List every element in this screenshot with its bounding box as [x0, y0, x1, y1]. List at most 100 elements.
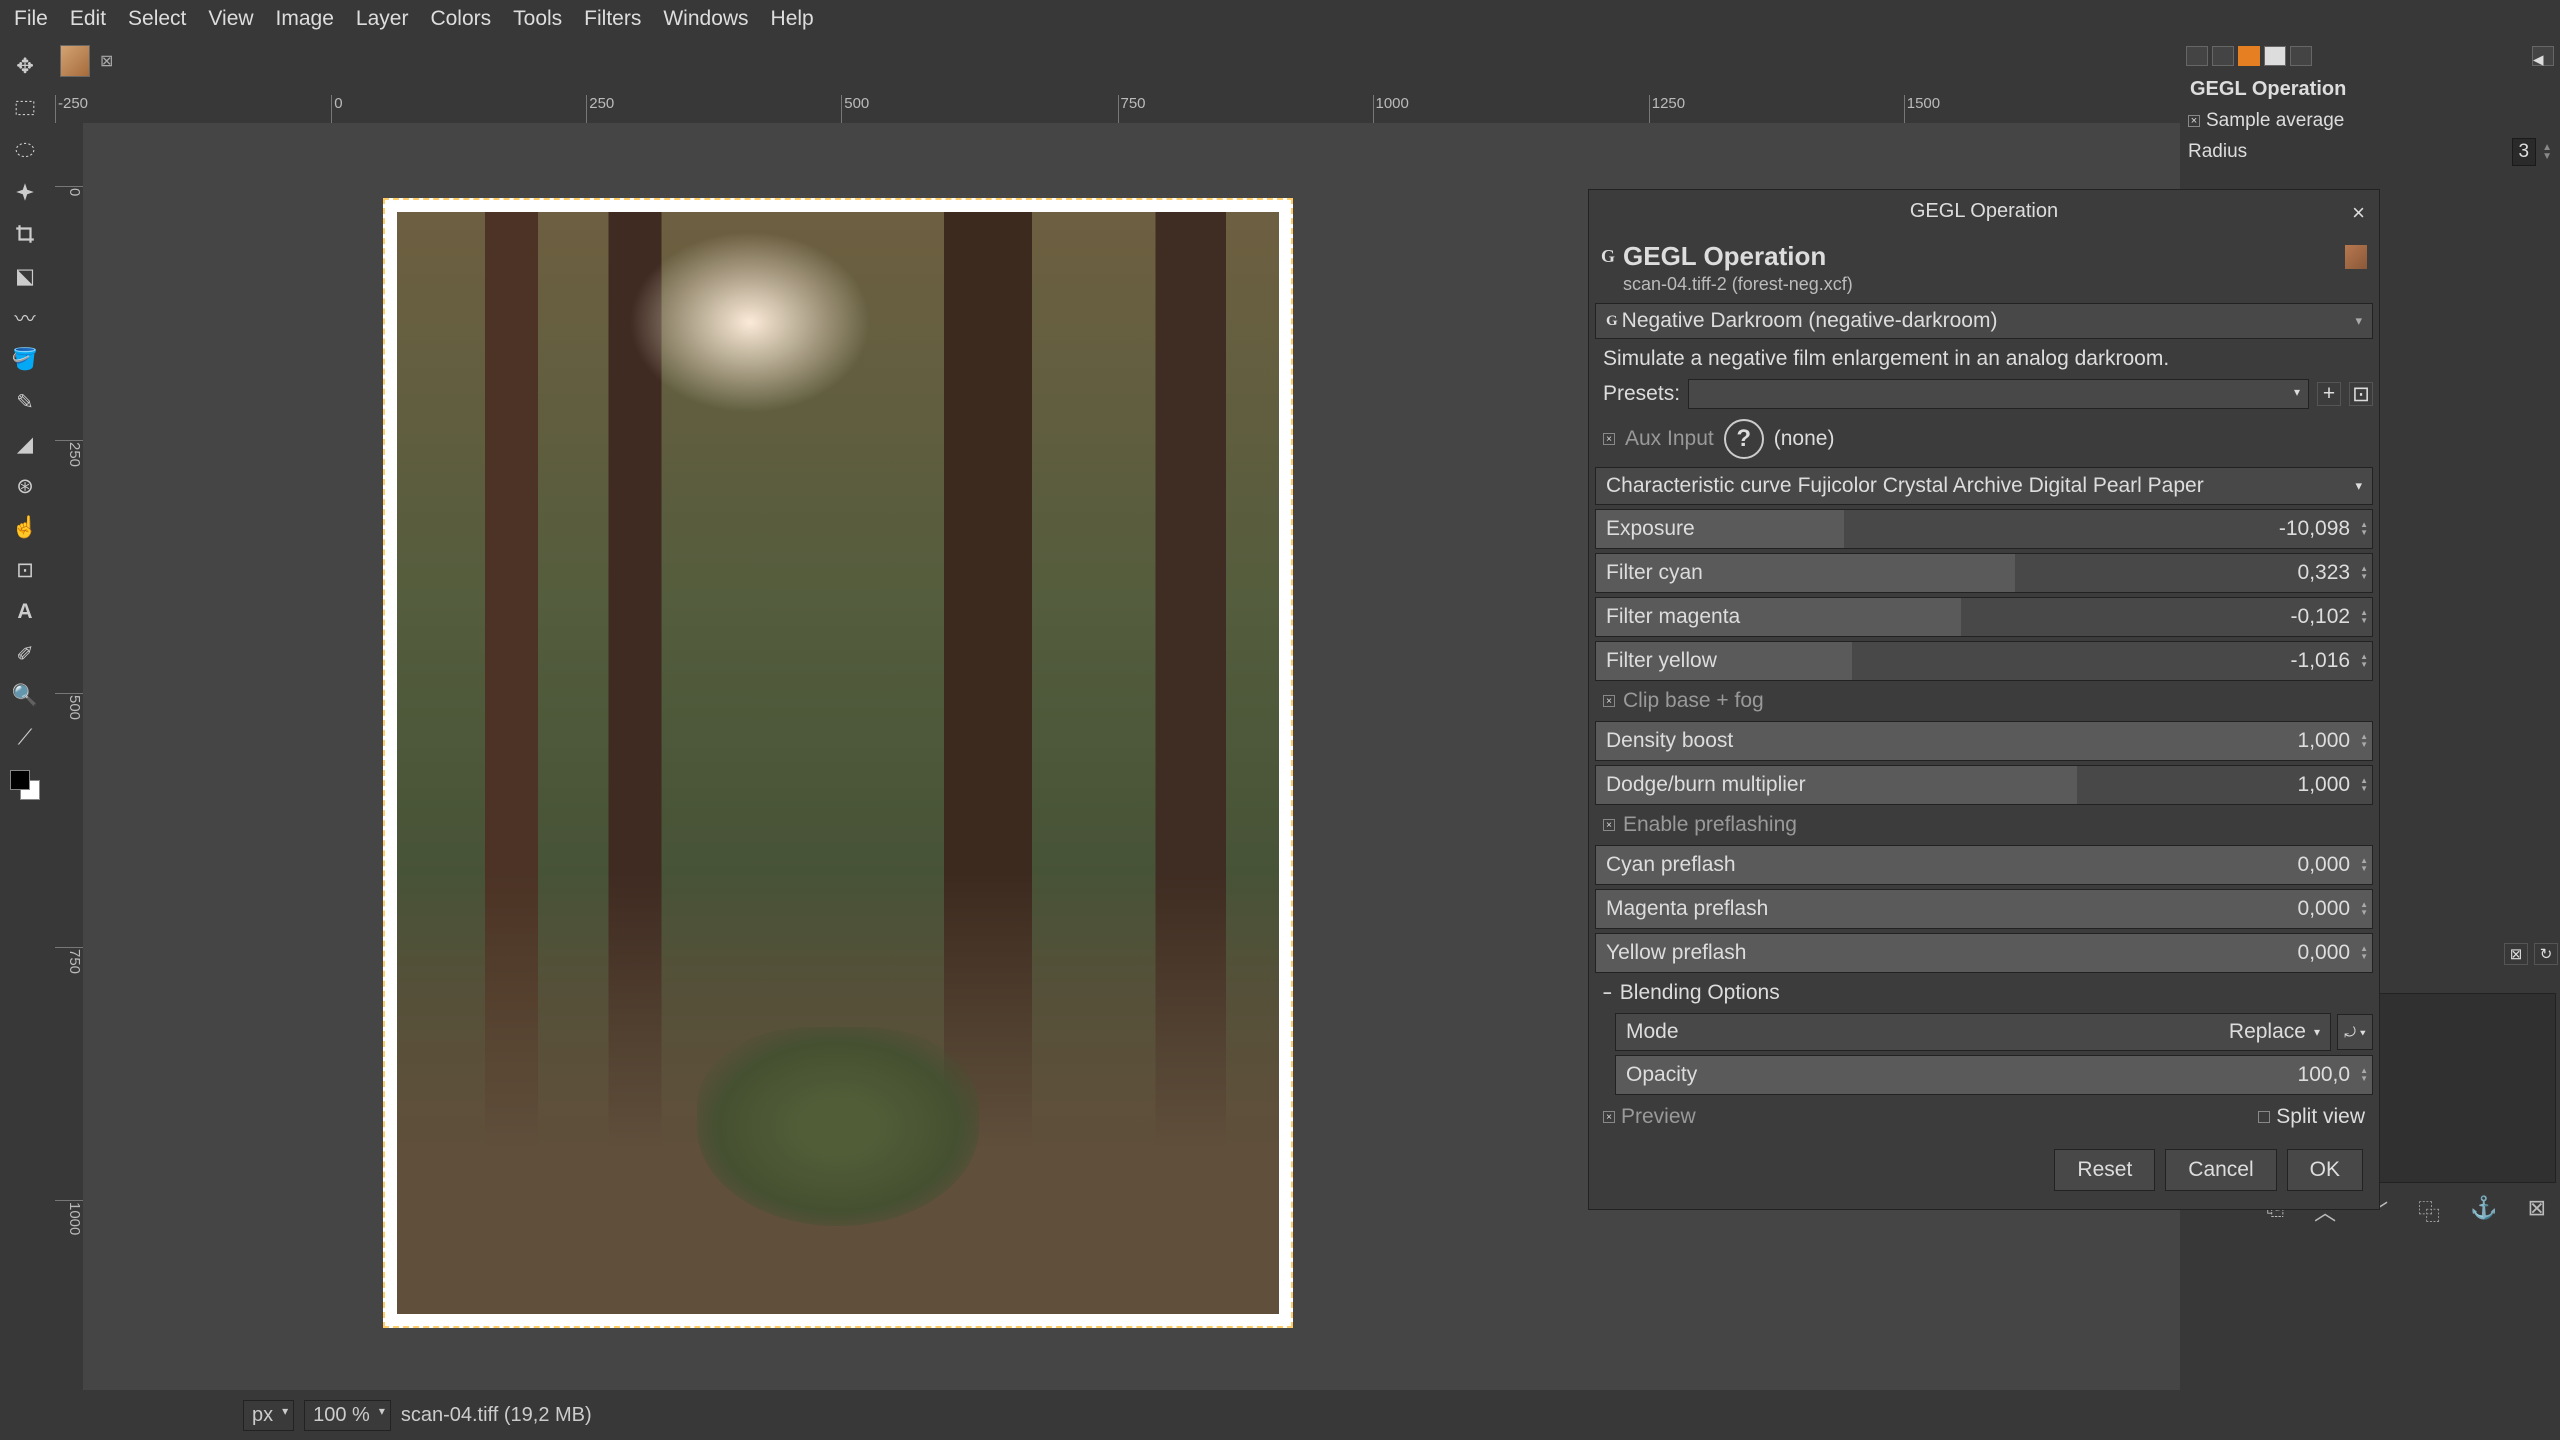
blend-mode-switch-icon[interactable]: ⤾ ▾: [2337, 1014, 2373, 1050]
gegl-dialog: GEGL Operation × G GEGL Operation scan-0…: [1588, 189, 2380, 1210]
anchor-layer-icon[interactable]: ⚓: [2470, 1195, 2497, 1227]
color-picker-tool[interactable]: ✐: [11, 640, 39, 668]
image-tabbar: ⊠: [50, 40, 113, 82]
preview-checkbox[interactable]: ×: [1603, 1111, 1615, 1123]
reset-button[interactable]: Reset: [2054, 1149, 2155, 1191]
operation-select[interactable]: G Negative Darkroom (negative-darkroom) …: [1595, 303, 2373, 339]
path-tool[interactable]: ⊡: [11, 556, 39, 584]
transform-tool[interactable]: ⬕: [11, 262, 39, 290]
menu-tools[interactable]: Tools: [503, 4, 572, 34]
ruler-tick: 0: [55, 186, 83, 196]
ruler-tick: 1000: [55, 1200, 83, 1235]
dock-tab-icon[interactable]: [2238, 46, 2260, 66]
blend-mode-select[interactable]: Mode Replace ▾: [1615, 1013, 2331, 1051]
menu-help[interactable]: Help: [761, 4, 824, 34]
dock-tab-icon[interactable]: [2264, 46, 2286, 66]
image-tab-thumb[interactable]: [60, 45, 90, 77]
ruler-tick: 750: [1118, 95, 1146, 123]
ruler-tick: 1500: [1904, 95, 1940, 123]
fg-bg-colors[interactable]: [10, 770, 40, 800]
split-view-checkbox[interactable]: [2258, 1111, 2270, 1123]
free-select-tool[interactable]: [11, 136, 39, 164]
split-view-label: Split view: [2276, 1105, 2365, 1129]
bucket-tool[interactable]: 🪣: [11, 346, 39, 374]
menu-colors[interactable]: Colors: [420, 4, 501, 34]
preview-label: Preview: [1621, 1105, 1696, 1129]
exposure-slider[interactable]: Exposure -10,098 ▲▼: [1595, 509, 2373, 549]
smudge-tool[interactable]: ☝: [11, 514, 39, 542]
crop-tool[interactable]: [11, 220, 39, 248]
aux-input-checkbox[interactable]: ×: [1603, 433, 1615, 445]
toolbox: ✥ ⬕ 〰 🪣 ✎ ◢ ⊛ ☝ ⊡ A ✐ 🔍 ⟋: [0, 40, 50, 1440]
zoom-select[interactable]: 100 %: [304, 1400, 391, 1431]
move-tool[interactable]: ✥: [11, 52, 39, 80]
menu-select[interactable]: Select: [118, 4, 196, 34]
density-boost-slider[interactable]: Density boost 1,000 ▲▼: [1595, 721, 2373, 761]
presets-label: Presets:: [1603, 382, 1680, 406]
delete-layer-icon[interactable]: ⊠: [2528, 1195, 2546, 1227]
enable-preflashing-checkbox[interactable]: ×: [1603, 819, 1615, 831]
aux-help-icon[interactable]: ?: [1724, 419, 1764, 459]
filter-cyan-slider[interactable]: Filter cyan 0,323 ▲▼: [1595, 553, 2373, 593]
dialog-close-icon[interactable]: ×: [2352, 200, 2365, 226]
preset-add-icon[interactable]: +: [2317, 382, 2341, 406]
pencil-tool[interactable]: ✎: [11, 388, 39, 416]
eraser-tool[interactable]: ◢: [11, 430, 39, 458]
panel-refresh-icon[interactable]: ↻: [2534, 943, 2558, 965]
text-tool[interactable]: A: [11, 598, 39, 626]
magenta-preflash-slider[interactable]: Magenta preflash 0,000 ▲▼: [1595, 889, 2373, 929]
preset-manage-icon[interactable]: ⊡: [2349, 382, 2373, 406]
dodge-burn-slider[interactable]: Dodge/burn multiplier 1,000 ▲▼: [1595, 765, 2373, 805]
cancel-button[interactable]: Cancel: [2165, 1149, 2276, 1191]
menu-view[interactable]: View: [198, 4, 263, 34]
menu-layer[interactable]: Layer: [346, 4, 419, 34]
panel-close-icon[interactable]: ⊠: [2504, 943, 2528, 965]
sample-average-checkbox[interactable]: ×: [2188, 115, 2200, 127]
yellow-preflash-slider[interactable]: Yellow preflash 0,000 ▲▼: [1595, 933, 2373, 973]
dock-tab-icon[interactable]: [2212, 46, 2234, 66]
dock-tab-icon[interactable]: [2290, 46, 2312, 66]
warp-tool[interactable]: 〰: [11, 304, 39, 332]
characteristic-curve-select[interactable]: Characteristic curve Fujicolor Crystal A…: [1595, 467, 2373, 505]
clip-base-fog-checkbox[interactable]: ×: [1603, 695, 1615, 707]
radius-label: Radius: [2188, 141, 2506, 163]
cyan-preflash-slider[interactable]: Cyan preflash 0,000 ▲▼: [1595, 845, 2373, 885]
ruler-tick: 500: [55, 693, 83, 720]
image-tab-close-icon[interactable]: ⊠: [100, 51, 113, 71]
ruler-tick: 1000: [1373, 95, 1409, 123]
radius-value[interactable]: 3: [2512, 138, 2537, 166]
presets-select[interactable]: [1688, 379, 2309, 409]
ruler-tick: 0: [331, 95, 342, 123]
zoom-tool[interactable]: 🔍: [11, 682, 39, 710]
menu-edit[interactable]: Edit: [60, 4, 116, 34]
dock-tab-icon[interactable]: [2186, 46, 2208, 66]
clone-tool[interactable]: ⊛: [11, 472, 39, 500]
rect-select-tool[interactable]: [11, 94, 39, 122]
menu-file[interactable]: File: [4, 4, 58, 34]
sample-average-label: Sample average: [2206, 110, 2552, 132]
menubar: File Edit Select View Image Layer Colors…: [0, 0, 2560, 38]
menu-image[interactable]: Image: [266, 4, 344, 34]
menu-filters[interactable]: Filters: [574, 4, 651, 34]
duplicate-layer-icon[interactable]: ⿻: [2418, 1195, 2440, 1227]
image-detail-stump: [697, 1027, 979, 1225]
ok-button[interactable]: OK: [2287, 1149, 2363, 1191]
dialog-title: GEGL Operation ×: [1589, 190, 2379, 233]
ruler-tick: 1250: [1649, 95, 1685, 123]
dialog-thumb: [2345, 245, 2367, 269]
ruler-vertical[interactable]: 0 250 500 750 1000: [55, 123, 83, 1390]
ruler-tick: 250: [586, 95, 614, 123]
enable-preflashing-label: Enable preflashing: [1623, 813, 1797, 837]
unit-select[interactable]: px: [243, 1400, 294, 1431]
ruler-horizontal[interactable]: -250 0 250 500 750 1000 1250 1500: [55, 95, 2180, 123]
filter-magenta-slider[interactable]: Filter magenta -0,102 ▲▼: [1595, 597, 2373, 637]
aux-input-value: (none): [1774, 427, 1835, 451]
dock-menu-icon[interactable]: ◂: [2532, 46, 2554, 66]
measure-tool[interactable]: ⟋: [11, 724, 39, 752]
blending-options-toggle[interactable]: − Blending Options: [1595, 977, 2373, 1009]
menu-windows[interactable]: Windows: [653, 4, 758, 34]
dock-tab-icons: ◂: [2180, 40, 2560, 72]
fuzzy-select-tool[interactable]: [11, 178, 39, 206]
opacity-slider[interactable]: Opacity 100,0 ▲▼: [1615, 1055, 2373, 1095]
filter-yellow-slider[interactable]: Filter yellow -1,016 ▲▼: [1595, 641, 2373, 681]
